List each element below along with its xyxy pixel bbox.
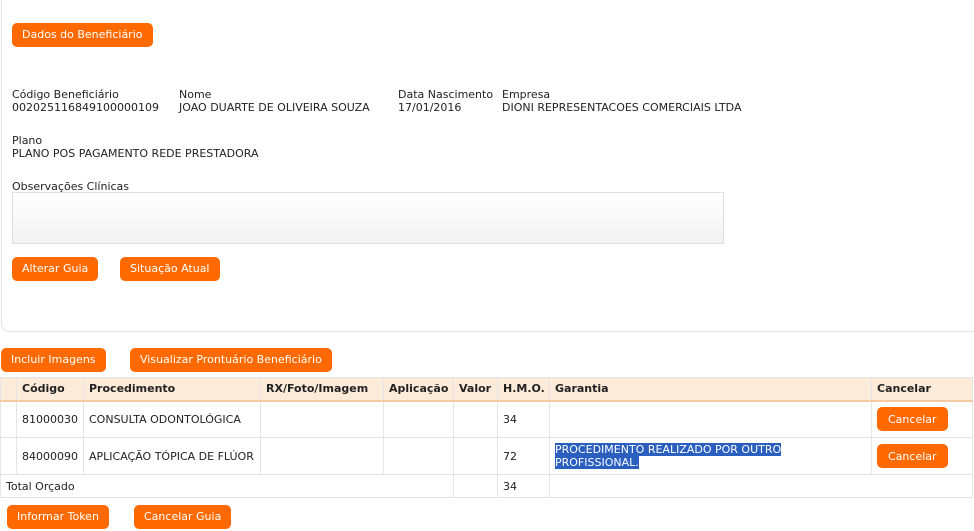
codigo-label: Código Beneficiário bbox=[12, 88, 119, 101]
row-select-cell bbox=[0, 437, 17, 475]
garantia-cell bbox=[549, 400, 872, 438]
col-header-valor: Valor bbox=[453, 377, 498, 402]
aplicacao-cell bbox=[383, 400, 454, 438]
codigo-cell: 81000030 bbox=[16, 400, 84, 438]
observacoes-textarea[interactable] bbox=[12, 192, 724, 244]
col-header-procedimento: Procedimento bbox=[83, 377, 261, 402]
situacao-atual-button[interactable]: Situação Atual bbox=[120, 257, 220, 281]
table-row: 81000030 CONSULTA ODONTOLÓGICA 34 Cancel… bbox=[0, 400, 973, 438]
plano-field: Plano PLANO POS PAGAMENTO REDE PRESTADOR… bbox=[12, 134, 259, 160]
table-header-row: Código Procedimento RX/Foto/Imagem Aplic… bbox=[0, 377, 973, 402]
rx-cell bbox=[260, 400, 384, 438]
plano-value: PLANO POS PAGAMENTO REDE PRESTADORA bbox=[12, 147, 259, 160]
procedimento-cell: APLICAÇÃO TÓPICA DE FLÚOR bbox=[83, 437, 261, 475]
empresa-label: Empresa bbox=[502, 88, 551, 101]
nome-field: Nome JOAO DUARTE DE OLIVEIRA SOUZA bbox=[179, 88, 370, 114]
col-header-rx: RX/Foto/Imagem bbox=[260, 377, 384, 402]
beneficiary-panel bbox=[1, 0, 974, 332]
cancelar-procedimento-button[interactable]: Cancelar bbox=[877, 444, 948, 468]
procedimento-cell: CONSULTA ODONTOLÓGICA bbox=[83, 400, 261, 438]
hmo-cell: 72 bbox=[497, 437, 550, 475]
col-header-select bbox=[0, 377, 17, 402]
col-header-codigo: Código bbox=[16, 377, 84, 402]
total-valor-cell bbox=[453, 474, 498, 498]
nome-label: Nome bbox=[179, 88, 212, 101]
hmo-cell: 34 bbox=[497, 400, 550, 438]
cancelar-cell: Cancelar bbox=[871, 400, 973, 438]
codigo-field: Código Beneficiário 00202511684910000010… bbox=[12, 88, 159, 114]
cancelar-guia-button[interactable]: Cancelar Guia bbox=[134, 505, 232, 529]
procedures-table: Código Procedimento RX/Foto/Imagem Aplic… bbox=[0, 377, 973, 498]
empresa-value: DIONI REPRESENTACOES COMERCIAIS LTDA bbox=[502, 101, 742, 114]
total-empty-cell bbox=[549, 474, 973, 498]
codigo-cell: 84000090 bbox=[16, 437, 84, 475]
col-header-cancelar: Cancelar bbox=[871, 377, 973, 402]
incluir-imagens-button[interactable]: Incluir Imagens bbox=[1, 348, 106, 372]
table-row: 84000090 APLICAÇÃO TÓPICA DE FLÚOR 72 PR… bbox=[0, 437, 973, 475]
codigo-value: 002025116849100000109 bbox=[12, 101, 159, 114]
nascimento-field: Data Nascimento 17/01/2016 bbox=[398, 88, 493, 114]
informar-token-button[interactable]: Informar Token bbox=[7, 505, 109, 529]
rx-cell bbox=[260, 437, 384, 475]
nome-value: JOAO DUARTE DE OLIVEIRA SOUZA bbox=[179, 101, 370, 114]
dados-beneficiario-button[interactable]: Dados do Beneficiário bbox=[12, 23, 153, 47]
valor-cell bbox=[453, 437, 498, 475]
cancelar-cell: Cancelar bbox=[871, 437, 973, 475]
total-label: Total Orçado bbox=[0, 474, 454, 498]
aplicacao-cell bbox=[383, 437, 454, 475]
garantia-cell: PROCEDIMENTO REALIZADO POR OUTRO PROFISS… bbox=[549, 437, 872, 475]
empresa-field: Empresa DIONI REPRESENTACOES COMERCIAIS … bbox=[502, 88, 741, 114]
plano-label: Plano bbox=[12, 134, 43, 147]
nascimento-label: Data Nascimento bbox=[398, 88, 494, 101]
garantia-text: PROCEDIMENTO REALIZADO POR OUTRO PROFISS… bbox=[555, 443, 782, 469]
col-header-hmo: H.M.O. bbox=[497, 377, 550, 402]
col-header-aplicacao: Aplicação bbox=[383, 377, 454, 402]
total-row: Total Orçado 34 bbox=[0, 474, 973, 498]
visualizar-prontuario-button[interactable]: Visualizar Prontuário Beneficiário bbox=[130, 348, 332, 372]
row-select-cell bbox=[0, 400, 17, 438]
valor-cell bbox=[453, 400, 498, 438]
alterar-guia-button[interactable]: Alterar Guia bbox=[12, 257, 99, 281]
nascimento-value: 17/01/2016 bbox=[398, 101, 462, 114]
cancelar-procedimento-button[interactable]: Cancelar bbox=[877, 407, 948, 432]
col-header-garantia: Garantia bbox=[549, 377, 872, 402]
total-hmo: 34 bbox=[497, 474, 550, 498]
